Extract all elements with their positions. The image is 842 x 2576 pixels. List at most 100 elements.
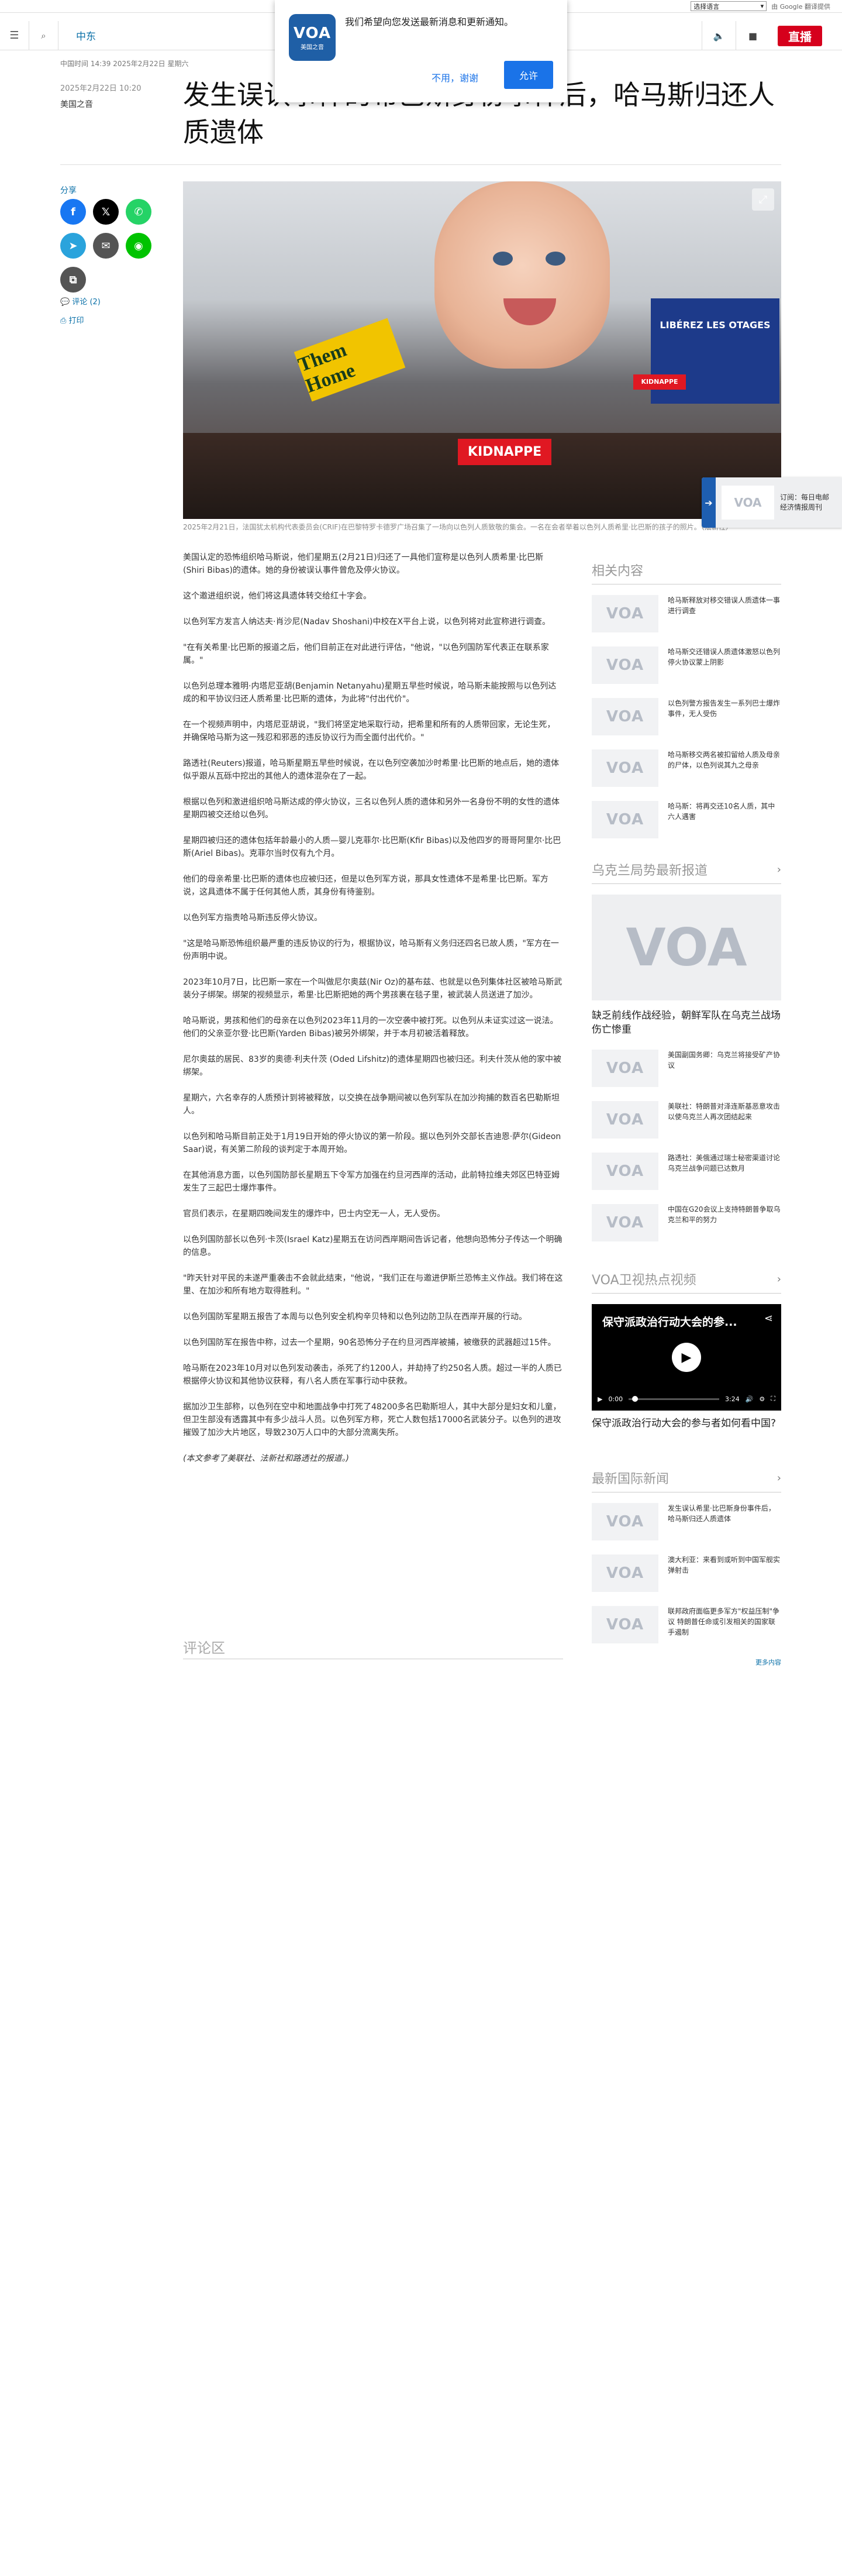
thumbnail[interactable]: VOA [592, 1554, 658, 1592]
decline-button[interactable]: 不用，谢谢 [425, 66, 485, 89]
article-paragraph: 星期四被归还的遗体包括年龄最小的人质—婴儿克菲尔·比巴斯(Kfir Bibas)… [183, 836, 561, 858]
list-item-title[interactable]: 哈马斯移交两名被扣留给人质及母亲的尸体，以色列说其九之母亲 [668, 749, 781, 787]
google-translate-credit[interactable]: 由 Google 翻译提供 [771, 2, 830, 11]
list-item[interactable]: VOA 澳大利亚：来看到或听到中国军舰实弹射击 [592, 1554, 781, 1592]
list-item[interactable]: VOA 美国副国务卿：乌克兰将接受矿产协议 [592, 1050, 781, 1087]
hero-sign-red-small: KIDNAPPE [633, 374, 686, 390]
article-source-note: (本文参考了美联社、法新社和路透社的报道。) [183, 1454, 349, 1463]
chevron-right-icon: › [777, 1471, 781, 1484]
list-item-title[interactable]: 发生误认希里·比巴斯身份事件后，哈马斯归还人质遗体 [668, 1503, 781, 1540]
article-paragraph: 以色列国防军在报告中称，过去一个星期，90名恐怖分子在约旦河西岸被捕，被缴获的武… [183, 1338, 556, 1347]
video-heading[interactable]: VOA卫视热点视频 › [592, 1270, 781, 1294]
headline-divider [60, 164, 781, 165]
menu-icon[interactable]: ☰ [0, 20, 29, 50]
play-icon[interactable]: ▶ [672, 1343, 701, 1372]
thumbnail[interactable]: VOA [592, 1050, 658, 1087]
ukraine-section: 乌克兰局势最新报道 › VOA 缺乏前线作战经验，朝鲜军队在乌克兰战场伤亡惨重 V… [592, 860, 781, 1256]
related-section: 相关内容 VOA 哈马斯释放对移交错误人质遗体一事进行调查 VOA 哈马斯交还错误人质… [592, 560, 781, 852]
dateline: 中国时间 14:39 2025年2月22日 星期六 [60, 60, 189, 68]
comments-heading: 评论区 [183, 1640, 225, 1656]
list-item-title[interactable]: 中国在G20会议上支持特朗普争取乌克兰和平的努力 [668, 1204, 781, 1241]
section-link[interactable]: 中东 [76, 28, 96, 43]
ukraine-heading[interactable]: 乌克兰局势最新报道 › [592, 860, 781, 884]
thumbnail[interactable]: VOA [592, 1101, 658, 1139]
video-player[interactable]: 保守派政治行动大会的参... ⋖ ▶ ▶ 0:00 3:24 🔊 ⚙ ⛶ [592, 1304, 781, 1411]
thumbnail[interactable]: VOA [592, 1204, 658, 1241]
audio-icon[interactable]: 🔈 [702, 21, 736, 50]
thumbnail[interactable]: VOA [592, 698, 658, 735]
article-paragraph: 路透社(Reuters)报道，哈马斯星期五早些时候说，在以色列空袭加沙时希里·比… [183, 759, 560, 781]
print-link[interactable]: ⎙ 打印 [60, 314, 84, 325]
list-item[interactable]: VOA 发生误认希里·比巴斯身份事件后，哈马斯归还人质遗体 [592, 1503, 781, 1540]
byline[interactable]: 美国之音 [60, 98, 93, 110]
share-x-icon[interactable]: 𝕏 [93, 199, 119, 225]
hero-image[interactable]: Them Home LIBÉREZ LES OTAGES KIDNAPPE KI… [183, 181, 781, 519]
list-item[interactable]: VOA 美联社：特朗普对泽连斯基恶意攻击以使乌克兰人再次团结起来 [592, 1101, 781, 1139]
language-select[interactable]: 选择语言 ▾ [691, 1, 767, 11]
list-item[interactable]: VOA 中国在G20会议上支持特朗普争取乌克兰和平的努力 [592, 1204, 781, 1241]
arrow-right-icon[interactable]: ➔ [702, 477, 716, 528]
fullscreen-icon[interactable]: ⛶ [771, 1395, 775, 1403]
latest-heading-label: 最新国际新闻 [592, 1472, 670, 1487]
list-item[interactable]: VOA 路透社：美俄通过瑞士秘密渠道讨论乌克兰战争问题已达数月 [592, 1153, 781, 1190]
latest-list: VOA 发生误认希里·比巴斯身份事件后，哈马斯归还人质遗体 VOA 澳大利亚：来看到或… [592, 1503, 781, 1643]
list-item[interactable]: VOA 哈马斯释放对移交错误人质遗体一事进行调查 [592, 595, 781, 632]
list-item-title[interactable]: 哈马斯：将再交还10名人质，其中六人遇害 [668, 801, 781, 838]
list-item-title[interactable]: 哈马斯交还错误人质遗体激怒以色列 停火协议蒙上阴影 [668, 646, 781, 684]
comments-link[interactable]: 💬 评论 (2) [60, 295, 101, 307]
list-item-title[interactable]: 路透社：美俄通过瑞士秘密渠道讨论乌克兰战争问题已达数月 [668, 1153, 781, 1190]
video-progress[interactable] [629, 1395, 720, 1402]
list-item-title[interactable]: 以色列警方报告发生一系列巴士爆炸事件，无人受伤 [668, 698, 781, 735]
list-item[interactable]: VOA 哈马斯移交两名被扣留给人质及母亲的尸体，以色列说其九之母亲 [592, 749, 781, 787]
image-caption: 2025年2月21日，法国犹太机构代表委员会(CRIF)在巴黎特罗卡德罗广场召集… [183, 523, 733, 531]
listen-widget[interactable]: ➔ VOA 订阅：每日电邮 经济情报周刊 [702, 477, 842, 528]
article-paragraph: 以色列军方指责哈马斯违反停火协议。 [183, 913, 322, 923]
list-item-title[interactable]: 美国副国务卿：乌克兰将接受矿产协议 [668, 1050, 781, 1087]
latest-heading[interactable]: 最新国际新闻 › [592, 1468, 781, 1492]
share-telegram-icon[interactable]: ➤ [60, 233, 86, 259]
list-item-title[interactable]: 美联社：特朗普对泽连斯基恶意攻击以使乌克兰人再次团结起来 [668, 1101, 781, 1139]
thumbnail[interactable]: VOA [592, 595, 658, 632]
ukraine-feature-title[interactable]: 缺乏前线作战经验，朝鲜军队在乌克兰战场伤亡惨重 [592, 1009, 781, 1037]
thumbnail[interactable]: VOA [592, 1153, 658, 1190]
thumbnail[interactable]: VOA [592, 646, 658, 684]
list-item-title[interactable]: 澳大利亚：来看到或听到中国军舰实弹射击 [668, 1554, 781, 1592]
search-icon[interactable]: ⌕ [29, 20, 58, 50]
print-icon: ⎙ [60, 317, 67, 325]
share-email-icon[interactable]: ✉ [93, 233, 119, 259]
share-copy-link-icon[interactable]: ⧉ [60, 267, 86, 293]
hero-baby-eye [546, 252, 565, 266]
thumbnail[interactable]: VOA [592, 1503, 658, 1540]
list-item[interactable]: VOA 哈马斯：将再交还10名人质，其中六人遇害 [592, 801, 781, 838]
ukraine-feature-thumbnail[interactable]: VOA [592, 895, 781, 1000]
listen-text: 订阅：每日电邮 经济情报周刊 [780, 493, 829, 513]
list-item-title[interactable]: 哈马斯释放对移交错误人质遗体一事进行调查 [668, 595, 781, 632]
list-item-title[interactable]: 联邦政府面临更多军方"权益压制"争议 特朗普任命或引发相关的国家联手遏制 [668, 1606, 781, 1643]
video-caption[interactable]: 保守派政治行动大会的参与者如何看中国? [592, 1416, 781, 1430]
expand-icon[interactable]: ⤢ [752, 188, 774, 211]
live-button[interactable]: 直播 [778, 25, 822, 46]
video-icon[interactable]: ■ [736, 21, 769, 50]
thumbnail[interactable]: VOA [592, 1606, 658, 1643]
share-line-icon[interactable]: ◉ [126, 233, 151, 259]
more-link[interactable]: 更多内容 [592, 1657, 781, 1667]
list-item[interactable]: VOA 哈马斯交还错误人质遗体激怒以色列 停火协议蒙上阴影 [592, 646, 781, 684]
thumbnail[interactable]: VOA [592, 801, 658, 838]
share-icon[interactable]: ⋖ [764, 1312, 773, 1325]
ukraine-heading-label: 乌克兰局势最新报道 [592, 864, 708, 878]
list-item[interactable]: VOA 以色列警方报告发生一系列巴士爆炸事件，无人受伤 [592, 698, 781, 735]
publish-date: 2025年2月22日 10:20 [60, 84, 142, 93]
share-whatsapp-icon[interactable]: ✆ [126, 199, 151, 225]
related-heading-label: 相关内容 [592, 564, 644, 579]
allow-button[interactable]: 允许 [503, 61, 553, 89]
settings-icon[interactable]: ⚙ [759, 1395, 765, 1403]
play-small-icon[interactable]: ▶ [598, 1395, 602, 1403]
hero-baby-portrait [434, 181, 610, 369]
share-facebook-icon[interactable]: f [60, 199, 86, 225]
thumbnail[interactable]: VOA [592, 749, 658, 787]
volume-icon[interactable]: 🔊 [746, 1395, 754, 1403]
article-paragraph: 他们的母亲希里·比巴斯的遗体也应被归还，但是以色列军方说，那具女性遗体不是希里·… [183, 875, 548, 897]
video-progress-knob[interactable] [632, 1395, 639, 1402]
article-paragraph: 在一个视频声明中，内塔尼亚胡说，"我们将坚定地采取行动，把希里和所有的人质带回家… [183, 720, 555, 742]
list-item[interactable]: VOA 联邦政府面临更多军方"权益压制"争议 特朗普任命或引发相关的国家联手遏制 [592, 1606, 781, 1643]
